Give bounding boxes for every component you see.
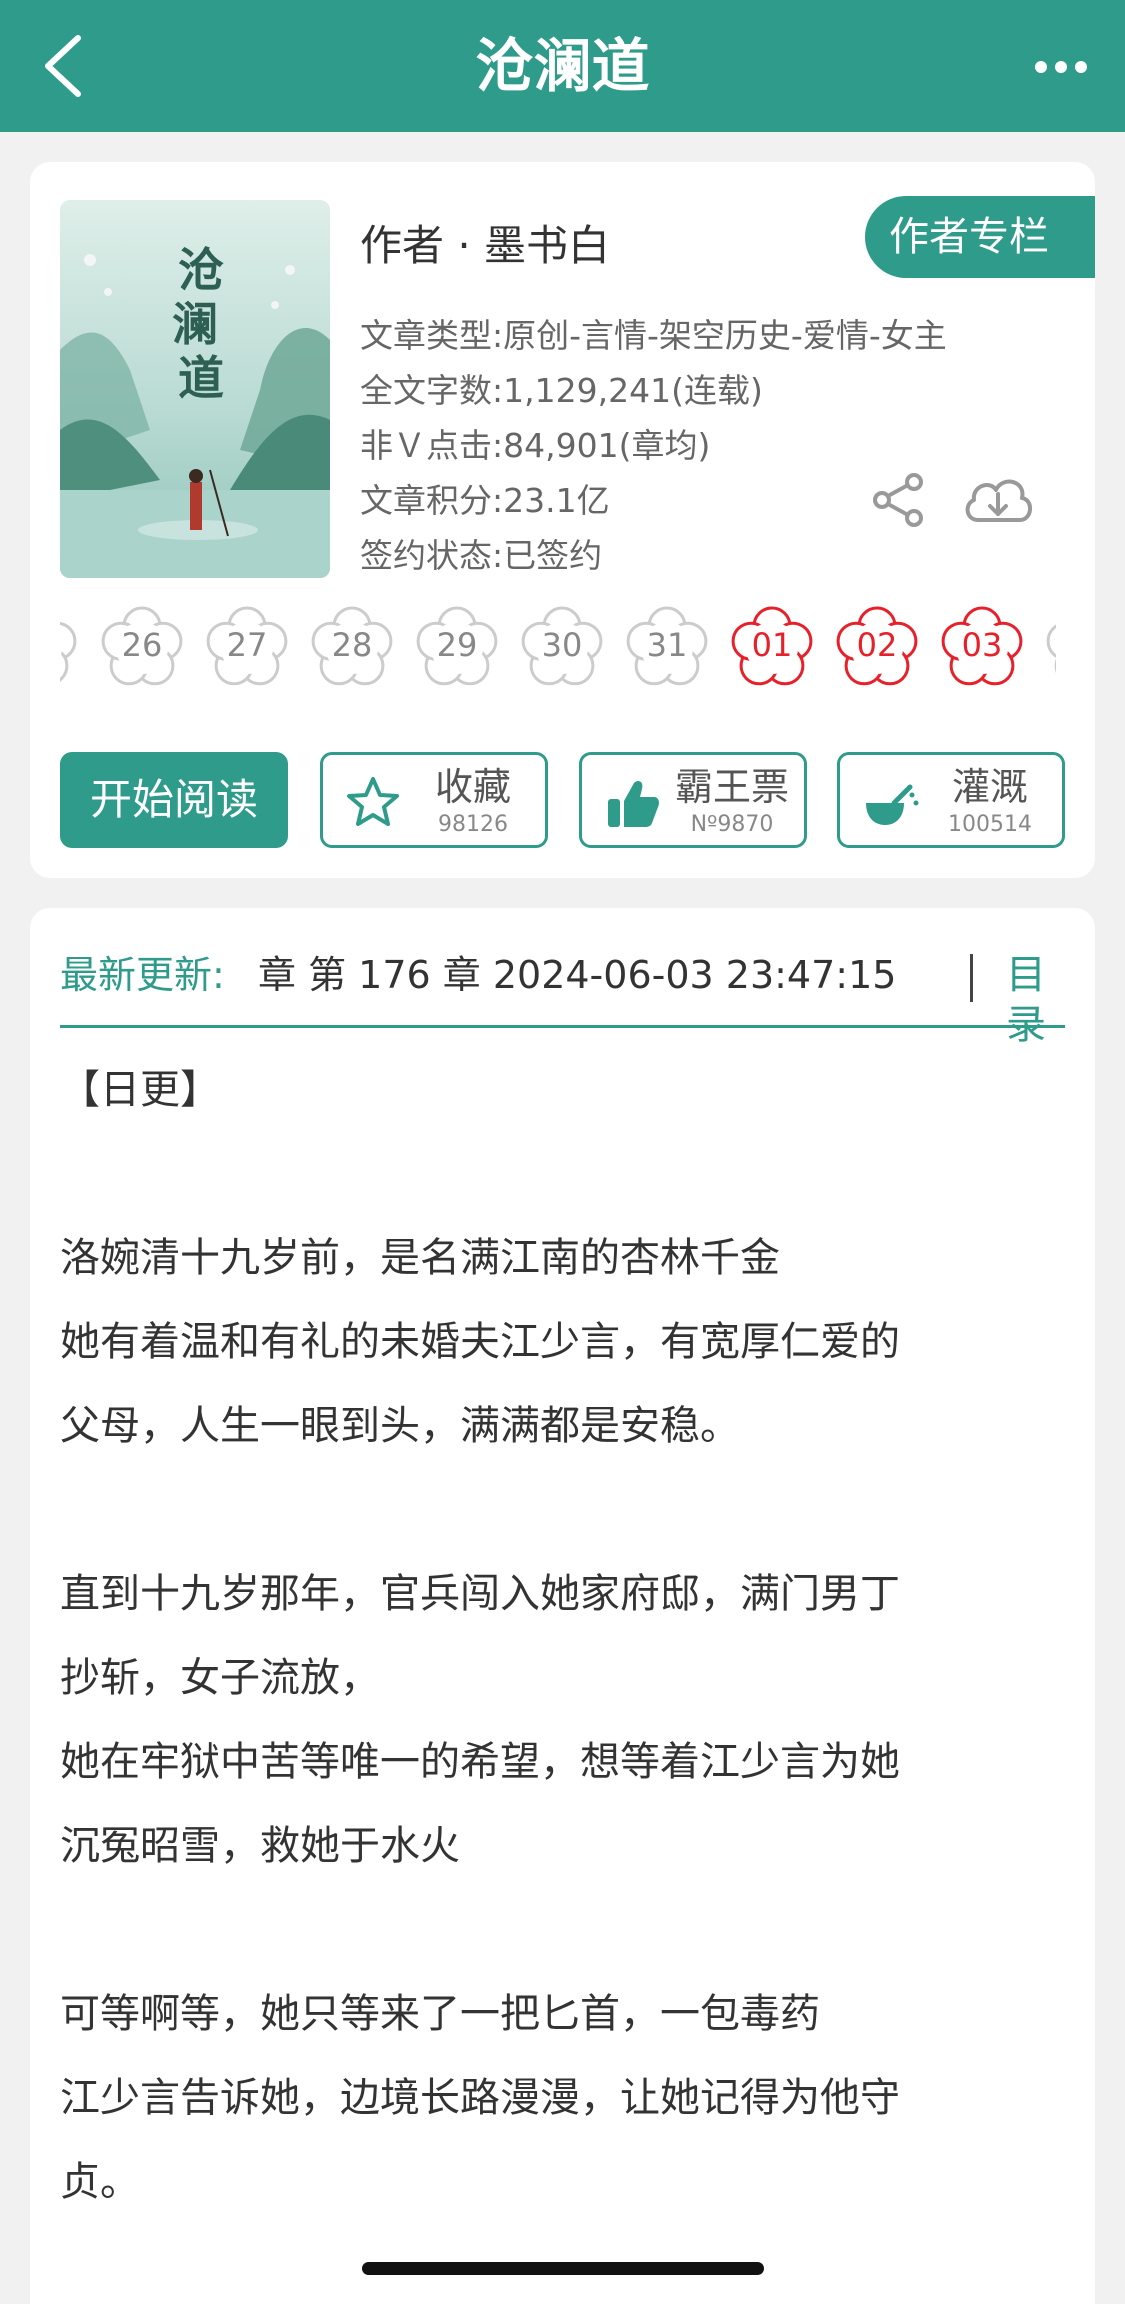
cover-title-char-2: 澜 <box>172 297 218 351</box>
calendar-day-label: 26 <box>121 626 163 664</box>
intro-line: 她有着温和有礼的未婚夫江少言，有宽厚仁爱的 <box>60 1319 900 1365</box>
calendar-day-label: 28 <box>331 626 373 664</box>
calendar-day-label: 02 <box>856 626 898 664</box>
start-reading-button[interactable]: 开始阅读 <box>60 752 288 848</box>
collect-button[interactable]: 收藏 98126 <box>320 752 548 848</box>
water-label: 灌溉 <box>951 765 1028 809</box>
latest-update-label: 最新更新: <box>60 953 225 997</box>
cover-title-char-3: 道 <box>178 351 224 405</box>
latest-update-row[interactable]: 最新更新: 章 第 176 章 2024-06-03 23:47:15 目录 <box>60 932 1065 1048</box>
calendar-day[interactable]: 27 <box>201 600 293 692</box>
water-button[interactable]: 灌溉 100514 <box>837 752 1065 848</box>
author-name[interactable]: 作者 · 墨书白 <box>360 212 610 273</box>
calendar-day-label: 29 <box>436 626 478 664</box>
latest-update-value[interactable]: 章 第 176 章 2024-06-03 23:47:15 <box>258 950 938 1000</box>
collect-count: 98126 <box>438 812 508 837</box>
calendar-day-label: 27 <box>226 626 268 664</box>
intro-line: 直到十九岁那年，官兵闯入她家府邸，满门男丁 <box>60 1571 900 1617</box>
intro-card: 最新更新: 章 第 176 章 2024-06-03 23:47:15 目录 【… <box>30 908 1095 2304</box>
meta-sign-status: 签约状态:已签约 <box>360 536 603 575</box>
meta-type: 文章类型:原创-言情-架空历史-爱情-女主 <box>360 316 947 355</box>
collect-label: 收藏 <box>434 765 511 809</box>
book-info-card: 沧 澜 道 作者 · 墨书白 作者专栏 文章类型:原创-言情-架空历史-爱情-女… <box>30 162 1095 878</box>
intro-line <box>60 1888 1070 1972</box>
calendar-day[interactable]: 01 <box>726 600 818 692</box>
author-column-button[interactable]: 作者专栏 <box>865 196 1095 278</box>
intro-line <box>60 1468 1070 1552</box>
share-icon[interactable] <box>870 472 926 528</box>
cover-title-char-1: 沧 <box>178 243 224 297</box>
book-intro: 【日更】 洛婉清十九岁前，是名满江南的杏林千金 她有着温和有礼的未婚夫江少言，有… <box>60 1048 1070 2224</box>
home-indicator[interactable] <box>362 2262 764 2275</box>
divider <box>970 954 973 1002</box>
more-horizontal-icon[interactable] <box>1033 40 1089 94</box>
calendar-day[interactable]: 28 <box>306 600 398 692</box>
calendar-day[interactable]: 31 <box>621 600 713 692</box>
cloud-download-icon[interactable] <box>960 468 1036 532</box>
flower-icon <box>1046 624 1056 674</box>
update-calendar: 25 26 27 28 29 30 31 01 02 03 <box>60 596 1056 696</box>
calendar-day[interactable]: 03 <box>936 600 1028 692</box>
calendar-day-label: 03 <box>961 626 1003 664</box>
calendar-day[interactable]: 02 <box>831 600 923 692</box>
calendar-day[interactable]: 26 <box>96 600 188 692</box>
intro-line: 洛婉清十九岁前，是名满江南的杏林千金 <box>60 1235 780 1281</box>
calendar-day-label: 30 <box>541 626 583 664</box>
intro-line: 贞。 <box>60 2159 140 2205</box>
intro-line: 可等啊等，她只等来了一把匕首，一包毒药 <box>60 1991 820 2037</box>
meta-clicks: 非Ｖ点击:84,901(章均) <box>360 426 711 465</box>
ticket-label: 霸王票 <box>674 765 789 809</box>
watering-icon <box>866 784 919 825</box>
ticket-count: Nº9870 <box>690 812 774 837</box>
calendar-day-partial[interactable]: 25 <box>60 600 82 692</box>
page-title: 沧澜道 <box>475 32 650 100</box>
star-icon <box>347 777 399 826</box>
intro-line: 父母，人生一眼到头，满满都是安稳。 <box>60 1403 740 1449</box>
table-of-contents-link[interactable]: 目录 <box>1006 950 1065 1050</box>
calendar-day-partial[interactable] <box>1041 600 1056 692</box>
water-count: 100514 <box>948 812 1032 837</box>
thumbs-up-icon <box>608 781 659 827</box>
book-meta: 文章类型:原创-言情-架空历史-爱情-女主 全文字数:1,129,241(连载)… <box>360 308 947 583</box>
intro-line <box>60 1132 1070 1216</box>
meta-score: 文章积分:23.1亿 <box>360 481 610 520</box>
intro-line: 她在牢狱中苦等唯一的希望，想等着江少言为她 <box>60 1739 900 1785</box>
calendar-day[interactable]: 30 <box>516 600 608 692</box>
calendar-day[interactable]: 29 <box>411 600 503 692</box>
intro-line: 沉冤昭雪，救她于水火 <box>60 1823 460 1869</box>
calendar-day-label: 01 <box>751 626 793 664</box>
intro-line: 【日更】 <box>60 1067 220 1113</box>
meta-word-count: 全文字数:1,129,241(连载) <box>360 371 763 410</box>
calendar-day-label: 31 <box>646 626 688 664</box>
top-navigation-bar: 沧澜道 <box>0 0 1125 132</box>
ticket-button[interactable]: 霸王票 Nº9870 <box>579 752 807 848</box>
intro-line: 江少言告诉她，边境长路漫漫，让她记得为他守 <box>60 2075 900 2121</box>
calendar-day-label: 25 <box>60 626 82 664</box>
intro-line: 抄斩，女子流放， <box>60 1655 380 1701</box>
book-cover[interactable]: 沧 澜 道 <box>60 200 330 578</box>
